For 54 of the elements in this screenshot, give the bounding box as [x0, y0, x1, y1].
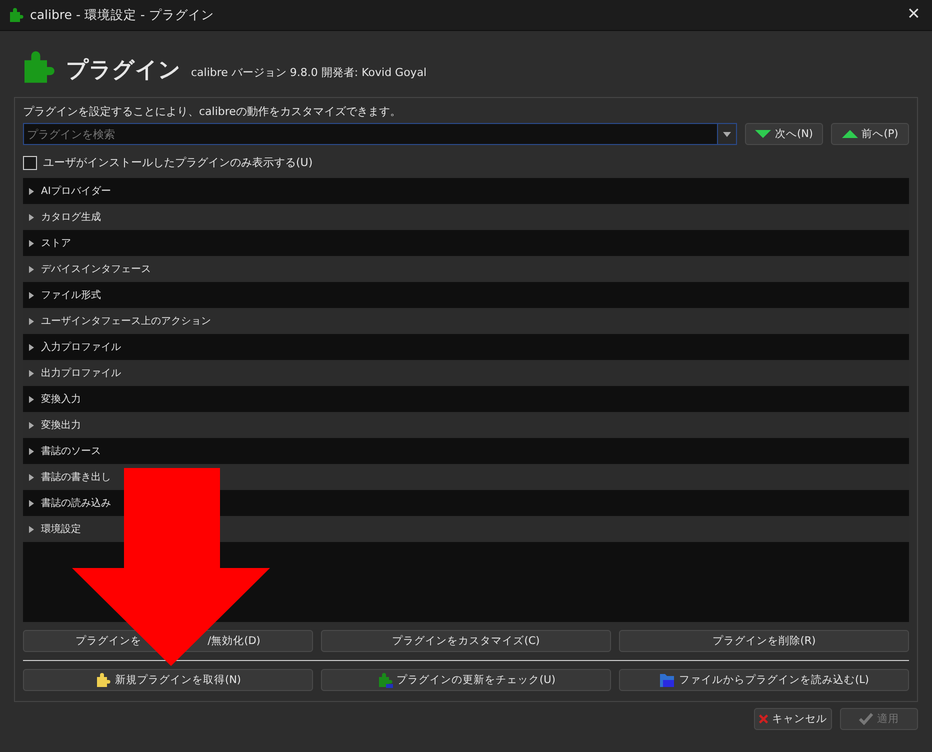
expand-triangle-icon[interactable] [28, 474, 35, 480]
category-item[interactable]: 変換出力 [41, 418, 81, 432]
expand-triangle-icon[interactable] [28, 292, 35, 298]
search-field[interactable]: プラグインを検索 [23, 123, 717, 145]
checkbox[interactable] [23, 156, 37, 170]
next-button[interactable]: 次へ(N) [745, 123, 823, 145]
puzzle-icon [376, 672, 393, 688]
category-item[interactable]: 書誌のソース [41, 444, 101, 458]
caret-icon [723, 132, 731, 136]
expand-triangle-icon[interactable] [28, 344, 35, 350]
plugin-action-button[interactable]: プラグインをカスタマイズ(C) [321, 630, 611, 652]
category-item[interactable]: 環境設定 [41, 522, 81, 536]
expand-triangle-icon[interactable] [28, 318, 35, 324]
update-plugin-button[interactable]: プラグインの更新をチェック(U) [321, 669, 611, 691]
category-item[interactable]: ファイル形式 [41, 288, 101, 302]
category-item[interactable]: デバイスインタフェース [41, 262, 151, 276]
description-text: プラグインを設定することにより、calibreの動作をカスタマイズできます。 [23, 104, 402, 119]
puzzle-icon [94, 672, 111, 688]
expand-triangle-icon[interactable] [28, 370, 35, 376]
category-item[interactable]: AIプロバイダー [41, 184, 111, 198]
expand-triangle-icon[interactable] [28, 266, 35, 272]
category-item[interactable]: 変換入力 [41, 392, 81, 406]
expand-triangle-icon[interactable] [28, 500, 35, 506]
file-plugin-button[interactable]: ファイルからプラグインを読み込む(L) [619, 669, 909, 691]
window-title: calibre - 環境設定 - プラグイン [30, 6, 215, 24]
puzzle-icon [8, 7, 24, 23]
close-icon [759, 713, 768, 725]
category-item[interactable]: ユーザインタフェース上のアクション [41, 314, 211, 328]
dropdown-button[interactable] [717, 123, 737, 145]
version-text: calibre バージョン 9.8.0 開発者: Kovid Goyal [191, 65, 427, 81]
expand-triangle-icon[interactable] [28, 240, 35, 246]
category-item[interactable]: 書誌の書き出し [41, 470, 111, 484]
expand-triangle-icon[interactable] [28, 448, 35, 454]
checkbox-label: ユーザがインストールしたプラグインのみ表示する(U) [43, 155, 313, 170]
expand-triangle-icon[interactable] [28, 422, 35, 428]
category-item[interactable]: 書誌の読み込み [41, 496, 111, 510]
get-plugin-button[interactable]: 新規プラグインを取得(N) [23, 669, 313, 691]
up-triangle-icon [842, 130, 858, 138]
cancel-button[interactable]: キャンセル [754, 708, 832, 730]
check-icon [859, 713, 873, 725]
down-triangle-icon [754, 130, 771, 138]
close-button[interactable]: ✕ [903, 7, 924, 23]
category-item[interactable]: ストア [41, 236, 71, 250]
category-item[interactable]: カタログ生成 [41, 210, 101, 224]
category-item[interactable]: 入力プロファイル [41, 340, 121, 354]
page-title: プラグイン [66, 57, 181, 85]
expand-triangle-icon[interactable] [28, 526, 35, 532]
expand-triangle-icon[interactable] [28, 396, 35, 402]
folder-icon [658, 672, 675, 688]
expand-triangle-icon[interactable] [28, 188, 35, 194]
plugin-action-button[interactable]: プラグインを削除(R) [619, 630, 909, 652]
category-item[interactable]: 出力プロファイル [41, 366, 121, 380]
expand-triangle-icon[interactable] [28, 214, 35, 220]
prev-button[interactable]: 前へ(P) [831, 123, 909, 145]
